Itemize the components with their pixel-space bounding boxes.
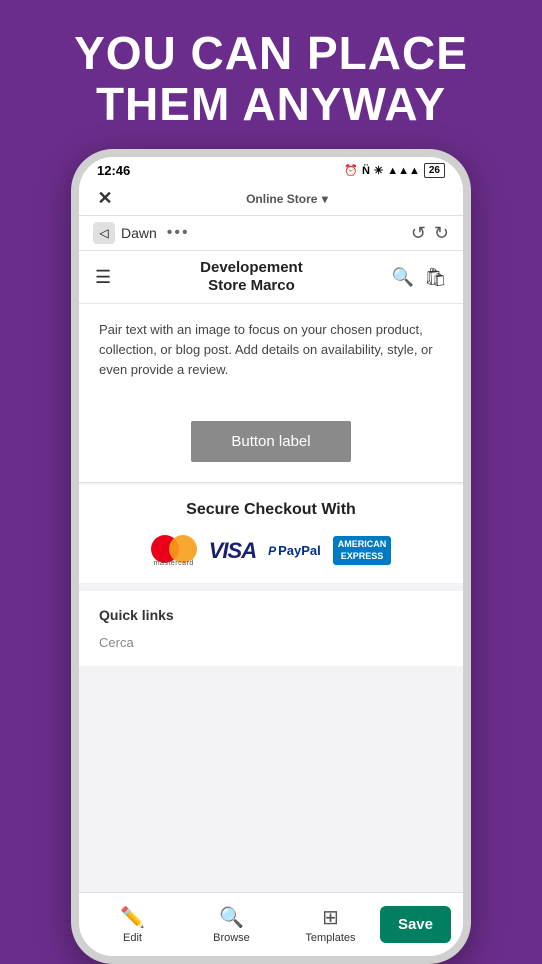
status-bar: 12:46 ⏰ N̈ ✳ ▲▲▲ 26: [79, 157, 463, 182]
browse-icon: 🔍: [219, 905, 244, 930]
bluetooth-icon: ✳: [374, 164, 383, 177]
payment-icons: mastercard VISA P PayPal AMERICAN EXPRES…: [95, 535, 447, 567]
edit-icon: ✏️: [120, 905, 145, 930]
checkout-title: Secure Checkout With: [95, 501, 447, 519]
save-button[interactable]: Save: [380, 906, 451, 943]
alarm-icon: ⏰: [344, 164, 358, 177]
dawn-label: Dawn: [121, 225, 157, 241]
dawn-dots[interactable]: •••: [167, 224, 190, 242]
bottom-toolbar: ✏️ Edit 🔍 Browse ⊞ Templates Save: [79, 892, 463, 956]
amex-logo: AMERICAN EXPRESS: [333, 536, 392, 565]
templates-tab[interactable]: ⊞ Templates: [281, 899, 380, 950]
mc-circle-right: [169, 535, 197, 563]
paypal-logo: P PayPal: [268, 543, 321, 558]
dawn-back-icon[interactable]: ◁: [93, 222, 115, 244]
pair-text: Pair text with an image to focus on your…: [99, 320, 443, 380]
store-header: ☰ Developement Store Marco 🔍 🛍: [79, 251, 463, 304]
checkout-section: Secure Checkout With mastercard VISA P P…: [79, 485, 463, 583]
quick-links-section: Quick links Cerca: [79, 591, 463, 666]
nav-title: Online Store ▾: [125, 190, 449, 208]
templates-label: Templates: [305, 932, 355, 944]
signal-icon: ▲▲▲: [387, 165, 420, 177]
close-button[interactable]: ✕: [93, 188, 117, 209]
mastercard-logo: mastercard: [151, 535, 197, 567]
dawn-bar: ◁ Dawn ••• ↺ ↻: [79, 216, 463, 251]
visa-logo: VISA: [209, 538, 256, 564]
content-card: Pair text with an image to focus on your…: [79, 304, 463, 400]
n-icon: N̈: [362, 165, 370, 177]
edit-label: Edit: [123, 932, 142, 944]
redo-icon[interactable]: ↻: [434, 223, 449, 244]
divider: [79, 482, 463, 483]
paypal-text: PayPal: [278, 543, 321, 558]
cerca-field[interactable]: Cerca: [99, 635, 443, 650]
status-icons: ⏰ N̈ ✳ ▲▲▲ 26: [344, 163, 445, 178]
undo-icon[interactable]: ↺: [411, 223, 426, 244]
search-icon[interactable]: 🔍: [392, 267, 414, 288]
bag-icon[interactable]: 🛍: [424, 267, 447, 288]
button-section: Button label: [79, 401, 463, 482]
quick-links-title: Quick links: [99, 607, 443, 623]
menu-icon[interactable]: ☰: [95, 267, 111, 288]
hero-text: You can place them anyway: [34, 0, 508, 149]
nav-bar: ✕ Online Store ▾: [79, 182, 463, 216]
edit-tab[interactable]: ✏️ Edit: [83, 899, 182, 950]
status-time: 12:46: [97, 163, 130, 178]
templates-icon: ⊞: [322, 905, 339, 930]
paypal-p-icon: P: [268, 544, 276, 558]
phone-frame: 12:46 ⏰ N̈ ✳ ▲▲▲ 26 ✕ Online Store ▾ ◁ D…: [71, 149, 471, 964]
button-label[interactable]: Button label: [191, 421, 350, 462]
battery-icon: 26: [424, 163, 445, 178]
mc-label: mastercard: [151, 560, 197, 567]
main-content: Pair text with an image to focus on your…: [79, 304, 463, 892]
store-action-icons: 🔍 🛍: [392, 267, 447, 288]
store-name: Developement Store Marco: [200, 259, 303, 295]
browse-label: Browse: [213, 932, 250, 944]
dawn-undo-redo: ↺ ↻: [411, 223, 449, 244]
browse-tab[interactable]: 🔍 Browse: [182, 899, 281, 950]
